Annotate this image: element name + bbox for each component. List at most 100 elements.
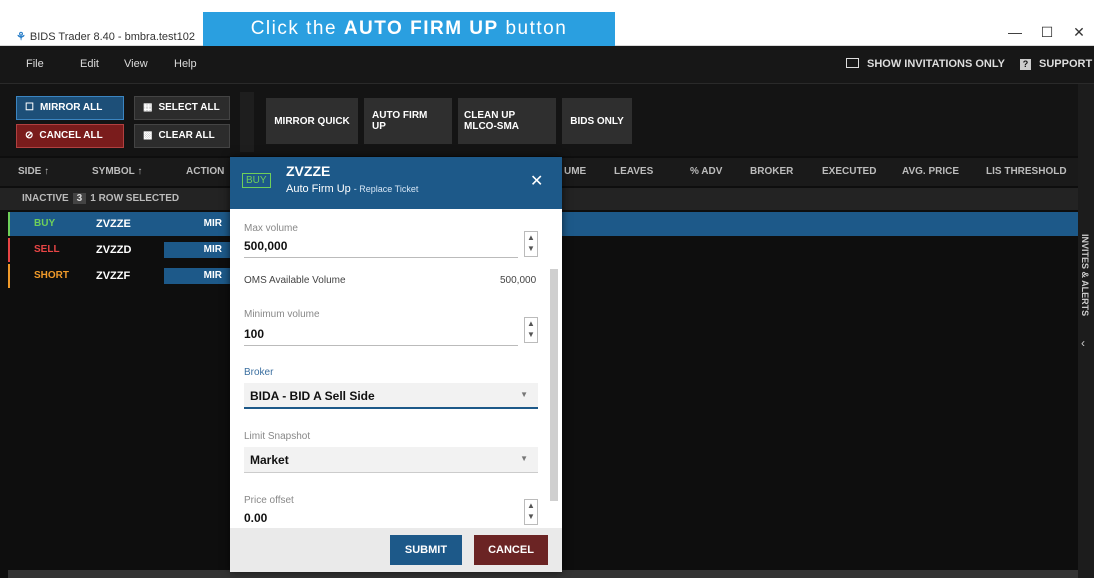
support-label: SUPPORT: [1039, 58, 1093, 70]
close-window-icon[interactable]: ✕: [1064, 24, 1094, 41]
menu-bar: File Edit View Help SHOW INVITATIONS ONL…: [0, 46, 1094, 84]
mirror-button[interactable]: MIR: [164, 216, 230, 232]
toolbar: ☐ MIRROR ALL ⊘ CANCEL ALL ▦ SELECT ALL ▩ CLE…: [0, 84, 1094, 156]
mirror-button[interactable]: MIR: [164, 242, 230, 258]
menu-file[interactable]: File: [26, 58, 44, 70]
min-volume-label: Minimum volume: [244, 309, 320, 320]
min-volume-underline: [244, 345, 518, 346]
cancel-all-button[interactable]: ⊘ CANCEL ALL: [16, 124, 124, 148]
col-symbol[interactable]: SYMBOL ↑: [92, 166, 142, 177]
cancel-icon: ⊘: [25, 130, 34, 141]
toolbar-divider: [240, 92, 254, 152]
max-volume-underline: [244, 257, 518, 258]
row-side: SHORT: [34, 270, 69, 281]
row-symbol: ZVZZF: [96, 270, 131, 282]
max-volume-input[interactable]: 500,000: [244, 239, 287, 253]
cancel-button[interactable]: CANCEL: [474, 535, 548, 565]
invitation-icon: [846, 58, 859, 68]
max-volume-stepper[interactable]: ▲ ▼: [524, 231, 538, 257]
select-all-button[interactable]: ▦ SELECT ALL: [134, 96, 230, 120]
close-icon[interactable]: ✕: [530, 171, 543, 191]
clear-grid-icon: ▩: [143, 130, 153, 141]
mirror-all-button[interactable]: ☐ MIRROR ALL: [16, 96, 124, 120]
clear-all-button[interactable]: ▩ CLEAR ALL: [134, 124, 230, 148]
app-logo-icon: ⚘: [16, 31, 26, 43]
cancel-all-label: CANCEL ALL: [39, 130, 103, 141]
auto-firm-up-button[interactable]: AUTO FIRM UP: [364, 98, 452, 144]
row-side: SELL: [34, 244, 60, 255]
side-marker: [8, 238, 10, 262]
dialog-header: BUY ZVZZE Auto Firm Up - Replace Ticket ✕: [230, 157, 562, 209]
callout-prefix: Click the: [250, 18, 344, 39]
row-symbol: ZVZZD: [96, 244, 132, 256]
limit-snapshot-select[interactable]: Market ▼: [244, 447, 538, 473]
limit-snapshot-value: Market: [250, 453, 289, 467]
side-marker: [8, 212, 10, 236]
mirror-button[interactable]: MIR: [164, 268, 230, 284]
col-action[interactable]: ACTION: [186, 166, 224, 177]
auto-firm-up-dialog: BUY ZVZZE Auto Firm Up - Replace Ticket ✕…: [230, 157, 562, 572]
sort-arrow-icon: ↑: [44, 166, 50, 177]
select-all-label: SELECT ALL: [158, 102, 220, 113]
mirror-quick-button[interactable]: MIRROR QUICK: [266, 98, 358, 144]
mirror-all-label: MIRROR ALL: [39, 102, 103, 113]
support-button[interactable]: ? SUPPORT: [1020, 58, 1092, 70]
oms-volume-value: 500,000: [500, 275, 537, 286]
max-volume-label: Max volume: [244, 223, 298, 234]
sort-arrow-icon: ↑: [137, 166, 143, 177]
broker-value: BIDA - BID A Sell Side: [250, 389, 375, 403]
dialog-title-text: Auto Firm Up: [286, 183, 351, 195]
min-volume-stepper[interactable]: ▲ ▼: [524, 317, 538, 343]
limit-snapshot-label: Limit Snapshot: [244, 431, 311, 442]
dialog-title: Auto Firm Up - Replace Ticket: [286, 183, 418, 195]
window-title-text: BIDS Trader 8.40 - bmbra.test102: [29, 31, 195, 43]
price-offset-input[interactable]: 0.00: [244, 511, 267, 525]
minimize-icon[interactable]: —: [1000, 24, 1030, 40]
dialog-body: Max volume 500,000 ▲ ▼ OMS Available Volu…: [230, 209, 562, 528]
broker-select[interactable]: BIDA - BID A Sell Side ▼: [244, 383, 538, 409]
mlco-sma-label: MLCO-SMA: [464, 121, 519, 132]
col-lis-threshold[interactable]: LIS THRESHOLD: [986, 166, 1067, 177]
maximize-icon[interactable]: ☐: [1032, 24, 1062, 41]
clear-all-label: CLEAR ALL: [158, 130, 215, 141]
price-offset-stepper[interactable]: ▲ ▼: [524, 499, 538, 525]
checkbox-icon: ☐: [25, 102, 34, 113]
chevron-down-icon: ▼: [520, 390, 528, 399]
status-text: INACTIVE 3 1 ROW SELECTED: [22, 193, 179, 204]
chevron-left-icon[interactable]: ‹: [1081, 336, 1085, 350]
show-invitations-toggle[interactable]: SHOW INVITATIONS ONLY: [846, 58, 1005, 70]
col-executed[interactable]: EXECUTED: [822, 166, 876, 177]
callout-bold: AUTO FIRM UP: [343, 18, 499, 39]
bids-only-button[interactable]: BIDS ONLY: [562, 98, 632, 144]
col-symbol-label: SYMBOL: [92, 166, 135, 177]
instruction-callout: Click the AUTO FIRM UP button: [203, 12, 615, 46]
col-avg-price[interactable]: AVG. PRICE: [902, 166, 959, 177]
dialog-symbol: ZVZZE: [286, 163, 331, 179]
grid-icon: ▦: [143, 102, 153, 113]
window-title: ⚘ BIDS Trader 8.40 - bmbra.test102: [16, 30, 195, 43]
invites-alerts-panel[interactable]: INVITES & ALERTS ‹: [1078, 84, 1094, 578]
menu-view[interactable]: View: [124, 58, 148, 70]
min-volume-input[interactable]: 100: [244, 327, 264, 341]
row-symbol: ZVZZE: [96, 218, 131, 230]
col-volume[interactable]: UME: [564, 166, 586, 177]
menu-help[interactable]: Help: [174, 58, 197, 70]
side-marker: [8, 264, 10, 288]
col-adv[interactable]: % ADV: [690, 166, 722, 177]
col-leaves[interactable]: LEAVES: [614, 166, 653, 177]
chevron-down-icon: ▼: [520, 454, 528, 463]
status-label: INACTIVE: [22, 193, 69, 204]
menu-edit[interactable]: Edit: [80, 58, 99, 70]
invites-alerts-label: INVITES & ALERTS: [1080, 234, 1090, 317]
col-broker[interactable]: BROKER: [750, 166, 793, 177]
col-side[interactable]: SIDE ↑: [18, 166, 49, 177]
dialog-scrollbar[interactable]: [550, 269, 558, 501]
dialog-subtitle: - Replace Ticket: [353, 184, 419, 194]
help-icon: ?: [1020, 59, 1031, 70]
status-count-badge: 3: [72, 193, 87, 204]
dialog-footer: SUBMIT CANCEL: [230, 528, 562, 572]
clean-up-mlco-sma-button[interactable]: CLEAN UP MLCO-SMA: [458, 98, 556, 144]
price-offset-label: Price offset: [244, 495, 294, 506]
side-badge: BUY: [242, 173, 271, 188]
submit-button[interactable]: SUBMIT: [390, 535, 462, 565]
